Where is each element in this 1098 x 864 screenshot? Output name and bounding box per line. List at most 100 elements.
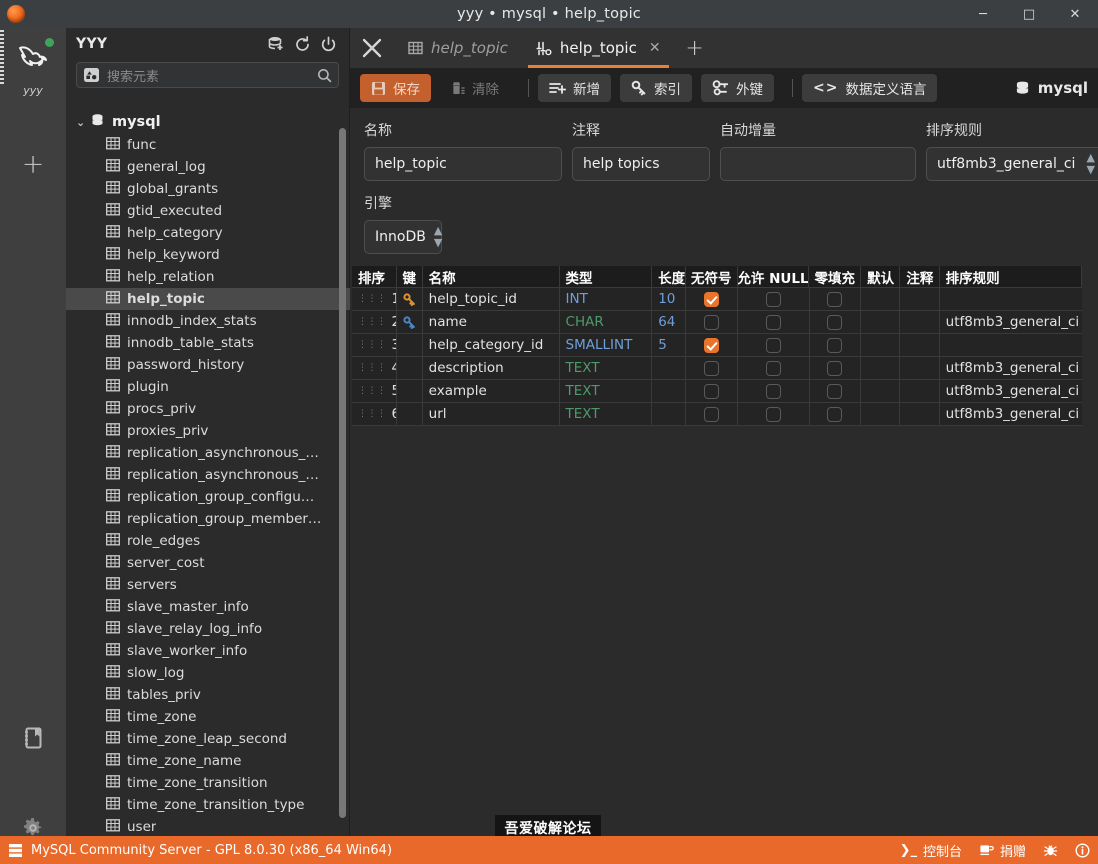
row-nullable-cell[interactable] bbox=[738, 403, 810, 425]
nullable-checkbox[interactable] bbox=[765, 291, 781, 307]
row-length-cell[interactable]: 64 bbox=[652, 311, 686, 333]
columns-grid[interactable]: 排序键名称类型长度无符号允许 NULL零填充默认注释排序规则 ⋮⋮⋮1 help_… bbox=[352, 266, 1082, 426]
tree-table-innodb_index_stats[interactable]: innodb_index_stats bbox=[66, 310, 350, 332]
row-unsigned-cell[interactable] bbox=[686, 380, 738, 402]
row-name-cell[interactable]: example bbox=[423, 380, 560, 402]
tree-table-help_relation[interactable]: help_relation bbox=[66, 266, 350, 288]
row-type-cell[interactable]: TEXT bbox=[560, 357, 653, 379]
notebook-icon[interactable] bbox=[0, 718, 66, 758]
row-order-cell[interactable]: ⋮⋮⋮5 bbox=[352, 380, 397, 402]
row-order-cell[interactable]: ⋮⋮⋮6 bbox=[352, 403, 397, 425]
row-nullable-cell[interactable] bbox=[738, 288, 810, 310]
object-tree[interactable]: ⌄ mysql func general_log global_grants gtid_e… bbox=[66, 110, 350, 854]
row-type-cell[interactable]: SMALLINT bbox=[560, 334, 653, 356]
row-name-cell[interactable]: description bbox=[423, 357, 560, 379]
collation-select[interactable]: utf8mb3_general_ci ▲ ▼ bbox=[926, 147, 1098, 181]
tree-table-time_zone_transition[interactable]: time_zone_transition bbox=[66, 772, 350, 794]
table-row[interactable]: ⋮⋮⋮5 exampleTEXT utf8mb3_general_ci bbox=[352, 380, 1082, 403]
row-zerofill-cell[interactable] bbox=[810, 380, 862, 402]
row-key-cell[interactable] bbox=[397, 311, 423, 333]
grid-header-cell[interactable]: 类型 bbox=[560, 266, 653, 287]
zerofill-checkbox[interactable] bbox=[827, 314, 843, 330]
row-key-cell[interactable] bbox=[397, 403, 423, 425]
row-zerofill-cell[interactable] bbox=[810, 357, 862, 379]
zerofill-checkbox[interactable] bbox=[827, 291, 843, 307]
row-collation-cell[interactable]: utf8mb3_general_ci bbox=[940, 380, 1082, 402]
add-connection-button[interactable]: + bbox=[0, 146, 66, 182]
row-default-cell[interactable] bbox=[861, 403, 901, 425]
tree-table-global_grants[interactable]: global_grants bbox=[66, 178, 350, 200]
row-zerofill-cell[interactable] bbox=[810, 311, 862, 333]
tab-help_topic-data[interactable]: help_topic bbox=[394, 28, 522, 68]
tree-table-procs_priv[interactable]: procs_priv bbox=[66, 398, 350, 420]
row-unsigned-cell[interactable] bbox=[686, 357, 738, 379]
name-input[interactable]: help_topic bbox=[364, 147, 562, 181]
grid-header-cell[interactable]: 长度 bbox=[652, 266, 686, 287]
row-comment-cell[interactable] bbox=[900, 380, 940, 402]
row-zerofill-cell[interactable] bbox=[810, 334, 862, 356]
row-unsigned-cell[interactable] bbox=[686, 403, 738, 425]
drag-handle-icon[interactable]: ⋮⋮⋮ bbox=[358, 294, 387, 304]
tree-table-slave_master_info[interactable]: slave_master_info bbox=[66, 596, 350, 618]
row-comment-cell[interactable] bbox=[900, 403, 940, 425]
tree-table-slow_log[interactable]: slow_log bbox=[66, 662, 350, 684]
index-button[interactable]: 索引 bbox=[620, 74, 692, 102]
row-length-cell[interactable]: 10 bbox=[652, 288, 686, 310]
row-nullable-cell[interactable] bbox=[738, 357, 810, 379]
tree-table-replication_asynchronous_…[interactable]: replication_asynchronous_… bbox=[66, 464, 350, 486]
zerofill-checkbox[interactable] bbox=[827, 360, 843, 376]
row-type-cell[interactable]: CHAR bbox=[560, 311, 653, 333]
row-name-cell[interactable]: name bbox=[423, 311, 560, 333]
nullable-checkbox[interactable] bbox=[765, 383, 781, 399]
tree-table-time_zone_name[interactable]: time_zone_name bbox=[66, 750, 350, 772]
row-type-cell[interactable]: TEXT bbox=[560, 380, 653, 402]
row-nullable-cell[interactable] bbox=[738, 311, 810, 333]
new-tab-button[interactable]: + bbox=[675, 28, 715, 68]
ddl-button[interactable]: <> 数据定义语言 bbox=[802, 74, 938, 102]
unsigned-checkbox[interactable] bbox=[703, 406, 719, 422]
row-order-cell[interactable]: ⋮⋮⋮1 bbox=[352, 288, 397, 310]
row-default-cell[interactable] bbox=[861, 311, 901, 333]
row-default-cell[interactable] bbox=[861, 334, 901, 356]
zerofill-checkbox[interactable] bbox=[827, 406, 843, 422]
tree-table-time_zone[interactable]: time_zone bbox=[66, 706, 350, 728]
rail-connection-yyy[interactable]: yyy bbox=[0, 32, 66, 108]
auto-increment-input[interactable] bbox=[720, 147, 916, 181]
power-icon[interactable] bbox=[315, 32, 341, 56]
table-row[interactable]: ⋮⋮⋮1 help_topic_idINT10 bbox=[352, 288, 1082, 311]
row-length-cell[interactable] bbox=[652, 357, 686, 379]
info-icon[interactable] bbox=[1075, 842, 1090, 858]
grid-header-cell[interactable]: 排序规则 bbox=[940, 266, 1082, 287]
clear-button[interactable]: 清除 bbox=[440, 74, 510, 102]
tree-table-server_cost[interactable]: server_cost bbox=[66, 552, 350, 574]
tree-table-servers[interactable]: servers bbox=[66, 574, 350, 596]
row-order-cell[interactable]: ⋮⋮⋮2 bbox=[352, 311, 397, 333]
tree-scrollbar[interactable] bbox=[339, 128, 346, 818]
row-unsigned-cell[interactable] bbox=[686, 334, 738, 356]
table-row[interactable]: ⋮⋮⋮2 nameCHAR64 utf8mb3_general_ci bbox=[352, 311, 1082, 334]
tree-table-help_topic[interactable]: help_topic bbox=[66, 288, 350, 310]
row-name-cell[interactable]: help_category_id bbox=[423, 334, 560, 356]
tree-db-mysql[interactable]: ⌄ mysql bbox=[66, 110, 350, 134]
tree-table-plugin[interactable]: plugin bbox=[66, 376, 350, 398]
row-order-cell[interactable]: ⋮⋮⋮3 bbox=[352, 334, 397, 356]
row-zerofill-cell[interactable] bbox=[810, 403, 862, 425]
tab-help_topic-design[interactable]: help_topic ✕ bbox=[522, 28, 675, 68]
grid-header-cell[interactable]: 注释 bbox=[900, 266, 940, 287]
nullable-checkbox[interactable] bbox=[765, 337, 781, 353]
row-comment-cell[interactable] bbox=[900, 334, 940, 356]
row-length-cell[interactable] bbox=[652, 380, 686, 402]
add-column-button[interactable]: 新增 bbox=[538, 74, 611, 102]
tree-table-help_category[interactable]: help_category bbox=[66, 222, 350, 244]
grid-header-cell[interactable]: 名称 bbox=[423, 266, 560, 287]
row-collation-cell[interactable] bbox=[940, 288, 1082, 310]
row-nullable-cell[interactable] bbox=[738, 334, 810, 356]
row-type-cell[interactable]: TEXT bbox=[560, 403, 653, 425]
tools-icon[interactable] bbox=[350, 28, 394, 68]
grid-header-cell[interactable]: 无符号 bbox=[686, 266, 738, 287]
tree-table-password_history[interactable]: password_history bbox=[66, 354, 350, 376]
row-comment-cell[interactable] bbox=[900, 288, 940, 310]
unsigned-checkbox[interactable] bbox=[703, 314, 719, 330]
unsigned-checkbox[interactable] bbox=[703, 291, 719, 307]
row-unsigned-cell[interactable] bbox=[686, 311, 738, 333]
